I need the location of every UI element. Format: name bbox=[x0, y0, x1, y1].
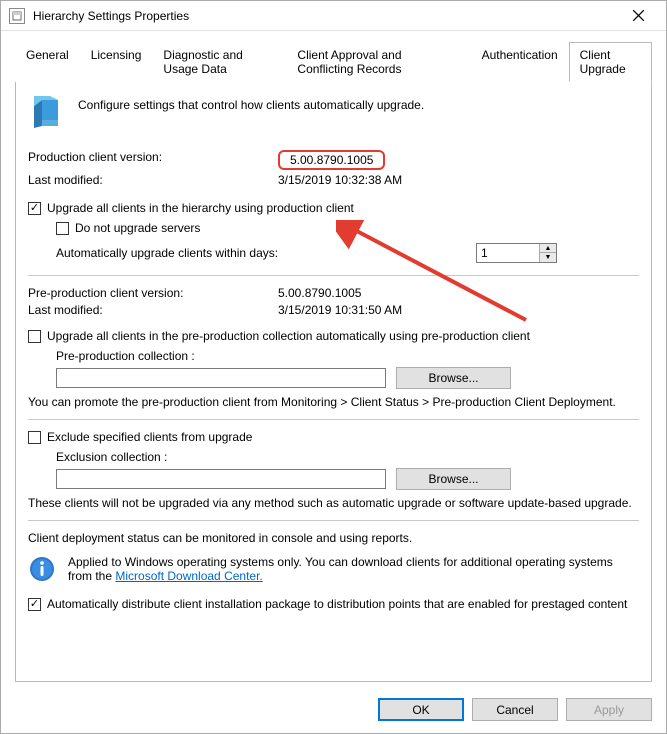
dialog-buttons: OK Cancel Apply bbox=[1, 690, 666, 733]
intro-text: Configure settings that control how clie… bbox=[78, 96, 424, 112]
no-servers-checkbox[interactable] bbox=[56, 222, 69, 235]
close-icon bbox=[633, 10, 644, 21]
deploy-status-note: Client deployment status can be monitore… bbox=[28, 531, 639, 545]
preprod-collection-label: Pre-production collection : bbox=[56, 349, 639, 363]
window-title: Hierarchy Settings Properties bbox=[33, 9, 618, 23]
tab-authentication[interactable]: Authentication bbox=[471, 42, 569, 82]
auto-days-row: Automatically upgrade clients within day… bbox=[56, 243, 639, 263]
upgrade-hierarchy-label: Upgrade all clients in the hierarchy usi… bbox=[47, 201, 354, 215]
spinner-up-button[interactable]: ▲ bbox=[540, 244, 556, 253]
spinner-down-button[interactable]: ▼ bbox=[540, 253, 556, 262]
ok-button[interactable]: OK bbox=[378, 698, 464, 721]
auto-days-input[interactable] bbox=[477, 244, 539, 262]
tab-diagnostic[interactable]: Diagnostic and Usage Data bbox=[152, 42, 286, 82]
exclude-note: These clients will not be upgraded via a… bbox=[28, 496, 639, 510]
preprod-collection-row: Browse... bbox=[56, 367, 639, 389]
tab-general[interactable]: General bbox=[15, 42, 80, 82]
separator bbox=[28, 275, 639, 276]
titlebar: Hierarchy Settings Properties bbox=[1, 1, 666, 31]
info-text: Applied to Windows operating systems onl… bbox=[68, 555, 639, 583]
preprod-modified-value: 3/15/2019 10:31:50 AM bbox=[278, 303, 639, 317]
client-upgrade-panel: Configure settings that control how clie… bbox=[15, 82, 652, 682]
promote-note: You can promote the pre-production clien… bbox=[28, 395, 639, 409]
preprod-version-value: 5.00.8790.1005 bbox=[278, 286, 639, 300]
no-servers-label: Do not upgrade servers bbox=[75, 221, 200, 235]
info-row: Applied to Windows operating systems onl… bbox=[28, 555, 639, 583]
server-icon bbox=[28, 96, 64, 132]
separator bbox=[28, 419, 639, 420]
prod-modified-label: Last modified: bbox=[28, 173, 278, 187]
prod-version-value: 5.00.8790.1005 bbox=[278, 150, 385, 170]
exclusion-browse-button[interactable]: Browse... bbox=[396, 468, 511, 490]
preprod-collection-input[interactable] bbox=[56, 368, 386, 388]
preprod-browse-button[interactable]: Browse... bbox=[396, 367, 511, 389]
no-servers-row: Do not upgrade servers bbox=[56, 221, 639, 235]
app-icon bbox=[9, 8, 25, 24]
auto-distribute-label: Automatically distribute client installa… bbox=[47, 597, 627, 611]
prod-version-label: Production client version: bbox=[28, 150, 278, 170]
auto-days-spinner: ▲ ▼ bbox=[476, 243, 557, 263]
upgrade-hierarchy-checkbox[interactable] bbox=[28, 202, 41, 215]
exclude-checkbox[interactable] bbox=[28, 431, 41, 444]
upgrade-preprod-row: Upgrade all clients in the pre-productio… bbox=[28, 329, 639, 343]
exclude-label: Exclude specified clients from upgrade bbox=[47, 430, 252, 444]
upgrade-preprod-checkbox[interactable] bbox=[28, 330, 41, 343]
cancel-button[interactable]: Cancel bbox=[472, 698, 558, 721]
exclusion-collection-row: Browse... bbox=[56, 468, 639, 490]
exclusion-collection-label: Exclusion collection : bbox=[56, 450, 639, 464]
annotation-arrow bbox=[336, 220, 536, 340]
tab-strip: General Licensing Diagnostic and Usage D… bbox=[15, 41, 652, 82]
preprod-version-row: Pre-production client version: 5.00.8790… bbox=[28, 286, 639, 300]
preprod-version-label: Pre-production client version: bbox=[28, 286, 278, 300]
tab-client-approval[interactable]: Client Approval and Conflicting Records bbox=[286, 42, 470, 82]
prod-modified-row: Last modified: 3/15/2019 10:32:38 AM bbox=[28, 173, 639, 187]
prod-modified-value: 3/15/2019 10:32:38 AM bbox=[278, 173, 639, 187]
upgrade-hierarchy-row: Upgrade all clients in the hierarchy usi… bbox=[28, 201, 639, 215]
info-icon bbox=[28, 555, 56, 583]
upgrade-preprod-label: Upgrade all clients in the pre-productio… bbox=[47, 329, 530, 343]
intro-section: Configure settings that control how clie… bbox=[28, 96, 639, 132]
tab-client-upgrade[interactable]: Client Upgrade bbox=[569, 42, 652, 82]
close-button[interactable] bbox=[618, 2, 658, 30]
tab-licensing[interactable]: Licensing bbox=[80, 42, 153, 82]
exclusion-collection-input[interactable] bbox=[56, 469, 386, 489]
prod-version-row: Production client version: 5.00.8790.100… bbox=[28, 150, 639, 170]
preprod-modified-row: Last modified: 3/15/2019 10:31:50 AM bbox=[28, 303, 639, 317]
auto-distribute-checkbox[interactable] bbox=[28, 598, 41, 611]
separator bbox=[28, 520, 639, 521]
download-center-link[interactable]: Microsoft Download Center. bbox=[115, 569, 262, 583]
auto-distribute-row: Automatically distribute client installa… bbox=[28, 597, 639, 611]
exclude-row: Exclude specified clients from upgrade bbox=[28, 430, 639, 444]
auto-days-label: Automatically upgrade clients within day… bbox=[56, 246, 476, 260]
apply-button: Apply bbox=[566, 698, 652, 721]
preprod-modified-label: Last modified: bbox=[28, 303, 278, 317]
